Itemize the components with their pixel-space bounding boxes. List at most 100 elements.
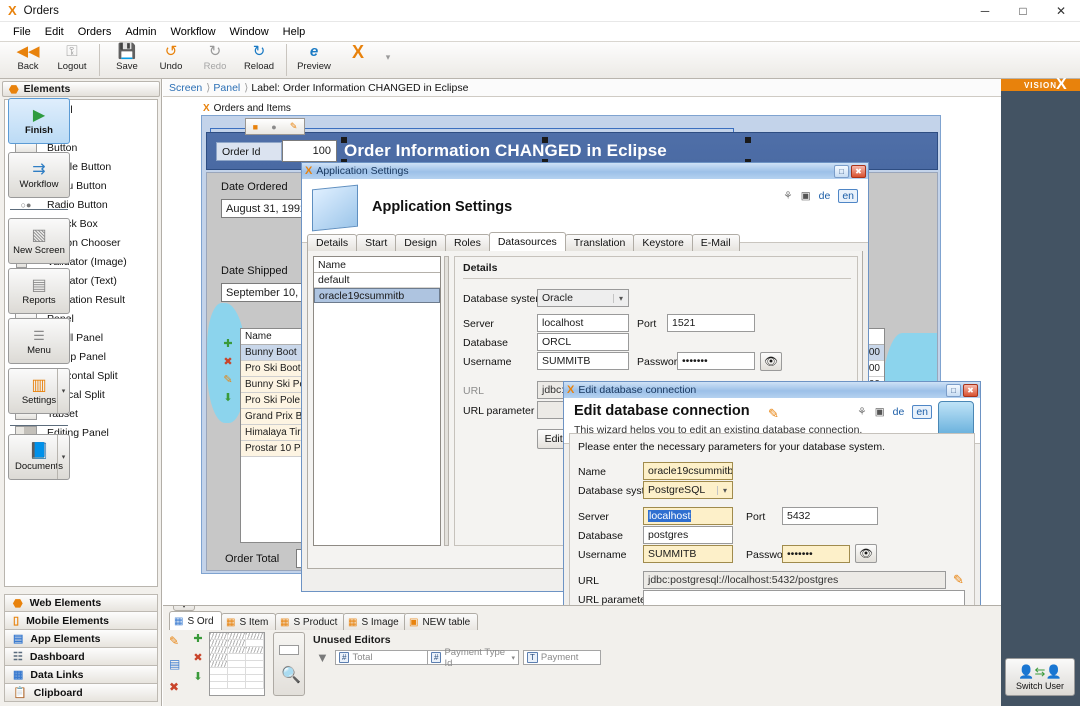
tab-s-product[interactable]: ▦ S Product xyxy=(275,613,345,630)
tab-keystore[interactable]: Keystore xyxy=(633,234,692,251)
unused-editor-chip-payment[interactable]: T Payment xyxy=(523,650,601,665)
menu-item-edit[interactable]: Edit xyxy=(38,24,71,40)
category-clipboard[interactable]: 📋Clipboard xyxy=(4,684,158,702)
username-input[interactable]: SUMMITB xyxy=(537,352,629,370)
name-input[interactable]: oracle19csummitb xyxy=(643,462,733,480)
database-input[interactable]: ORCL xyxy=(537,333,629,351)
screenshot-icon[interactable]: ▣ xyxy=(801,190,811,202)
close-button[interactable]: ✖ xyxy=(851,165,866,178)
designer-canvas[interactable]: X Orders and Items Order Id 100 Order In… xyxy=(163,97,1001,605)
password-input[interactable]: ••••••• xyxy=(782,545,850,563)
add-icon[interactable]: ✚ xyxy=(223,337,232,350)
tab-s-item[interactable]: ▦ S Item xyxy=(221,613,276,630)
vision-button-settings[interactable]: ▥ Settings ▾ xyxy=(8,368,70,414)
redo-button[interactable]: ↻ Redo xyxy=(193,42,237,79)
notes-icon[interactable]: ▤ xyxy=(169,657,180,671)
tab-roles[interactable]: Roles xyxy=(445,234,490,251)
tab-details[interactable]: Details xyxy=(307,234,357,251)
chevron-down-icon[interactable]: ▾ xyxy=(57,435,69,479)
search-tool-panel[interactable]: 🔍 xyxy=(273,632,305,696)
menu-item-admin[interactable]: Admin xyxy=(118,24,163,40)
tab-s-ord[interactable]: ▦ S Ord xyxy=(169,611,222,630)
selection-handle[interactable] xyxy=(542,137,548,143)
delete-icon[interactable]: ✖ xyxy=(193,651,202,664)
filter-icon[interactable]: ▼ xyxy=(316,650,329,665)
maximize-button[interactable]: □ xyxy=(834,165,849,178)
lang-en-button[interactable]: en xyxy=(838,189,858,203)
import-icon[interactable]: ⬇ xyxy=(193,670,202,683)
palette-header[interactable]: ⬣ Elements xyxy=(2,81,160,97)
edit-icon[interactable]: ✎ xyxy=(223,373,232,386)
selection-handle[interactable] xyxy=(745,137,751,143)
port-input[interactable]: 5432 xyxy=(782,507,878,525)
tab-datasources[interactable]: Datasources xyxy=(489,232,566,251)
maximize-button[interactable]: □ xyxy=(946,384,961,397)
pencil-icon[interactable]: ✎ xyxy=(953,572,964,588)
username-input[interactable]: SUMMITB xyxy=(643,545,733,563)
lang-de-button[interactable]: de xyxy=(893,406,905,418)
help-icon[interactable]: ⚘ xyxy=(857,406,866,418)
lang-de-button[interactable]: de xyxy=(819,190,831,202)
mini-table-preview[interactable] xyxy=(209,632,265,696)
help-icon[interactable]: ⚘ xyxy=(783,190,792,202)
search-icon[interactable]: 🔍 xyxy=(281,665,301,685)
vision-x-button[interactable]: X xyxy=(336,42,380,79)
vision-button-documents[interactable]: 📘 Documents ▾ xyxy=(8,434,70,480)
chevron-down-icon[interactable]: ▾ xyxy=(57,369,69,413)
chevron-down-icon[interactable]: ▾ xyxy=(511,654,515,662)
vision-button-menu[interactable]: ☰ Menu xyxy=(8,318,70,364)
vision-button-new-screen[interactable]: ▧ New Screen xyxy=(8,218,70,264)
order-id-value[interactable]: 100 xyxy=(282,140,337,162)
app-settings-titlebar[interactable]: X Application Settings □ ✖ xyxy=(301,162,869,179)
breadcrumb-item-screen[interactable]: Screen xyxy=(169,82,202,94)
datasource-list[interactable]: Name default oracle19csummitb xyxy=(313,256,441,546)
category-mobile-elements[interactable]: ▯Mobile Elements xyxy=(4,612,158,630)
editor-vertical-toolbar[interactable]: ✎ ▤ ✖ xyxy=(169,634,180,694)
server-input[interactable]: localhost xyxy=(643,507,733,525)
tab-s-image[interactable]: ▦ S Image xyxy=(343,613,407,630)
vision-button-finish[interactable]: ▶ Finish xyxy=(8,98,70,144)
pencil-icon[interactable]: ✎ xyxy=(169,634,180,648)
unused-editor-chip-payment-type-id[interactable]: # Payment Type Id ▾ xyxy=(427,650,519,665)
menu-item-help[interactable]: Help xyxy=(276,24,313,40)
lang-en-button[interactable]: en xyxy=(912,405,932,419)
inline-edit-toolbar[interactable]: ■ ● ✎ xyxy=(245,118,305,135)
tab-start[interactable]: Start xyxy=(356,234,396,251)
show-password-button[interactable]: 👁 xyxy=(855,544,877,563)
splitter-handle[interactable] xyxy=(444,256,449,546)
logout-button[interactable]: ⚿ Logout xyxy=(50,42,94,79)
category-app-elements[interactable]: ▤App Elements xyxy=(4,630,158,648)
lock-icon[interactable]: ■ xyxy=(253,122,258,132)
menu-item-orders[interactable]: Orders xyxy=(71,24,119,40)
back-button[interactable]: ◀◀ Back xyxy=(6,42,50,79)
search-input[interactable] xyxy=(279,645,299,655)
pencil-icon[interactable]: ✎ xyxy=(290,121,298,132)
tab-translation[interactable]: Translation xyxy=(565,234,635,251)
preview-button[interactable]: e Preview xyxy=(292,42,336,79)
database-input[interactable]: postgres xyxy=(643,526,733,544)
database-system-select[interactable]: Oracle ▾ xyxy=(537,289,629,307)
toolbar-dropdown-button[interactable]: ▾ xyxy=(380,42,396,79)
category-web-elements[interactable]: ⬣Web Elements xyxy=(4,594,158,612)
category-dashboard[interactable]: ☷Dashboard xyxy=(4,648,158,666)
server-input[interactable]: localhost xyxy=(537,314,629,332)
menu-item-file[interactable]: File xyxy=(6,24,38,40)
tab-new-table[interactable]: ▣ NEW table xyxy=(404,613,478,630)
menu-item-window[interactable]: Window xyxy=(223,24,276,40)
list-item[interactable]: default xyxy=(314,273,440,288)
app-settings-tabstrip[interactable]: Details Start Design Roles Datasources T… xyxy=(307,232,739,251)
undo-button[interactable]: ↺ Undo xyxy=(149,42,193,79)
tab-design[interactable]: Design xyxy=(395,234,446,251)
import-icon[interactable]: ⬇ xyxy=(223,391,232,404)
url-parameter-input[interactable] xyxy=(643,590,965,605)
close-button[interactable]: ✕ xyxy=(1042,0,1080,22)
password-input[interactable]: ••••••• xyxy=(677,352,755,370)
maximize-button[interactable]: □ xyxy=(1004,0,1042,22)
delete-icon[interactable]: ✖ xyxy=(223,355,232,368)
close-button[interactable]: ✖ xyxy=(963,384,978,397)
selection-handle[interactable] xyxy=(341,137,347,143)
tab-email[interactable]: E-Mail xyxy=(692,234,740,251)
add-icon[interactable]: ✚ xyxy=(193,632,202,645)
table-row-toolbar[interactable]: ✚ ✖ ⬇ xyxy=(191,632,205,694)
edit-db-titlebar[interactable]: X Edit database connection □ ✖ xyxy=(563,381,981,398)
